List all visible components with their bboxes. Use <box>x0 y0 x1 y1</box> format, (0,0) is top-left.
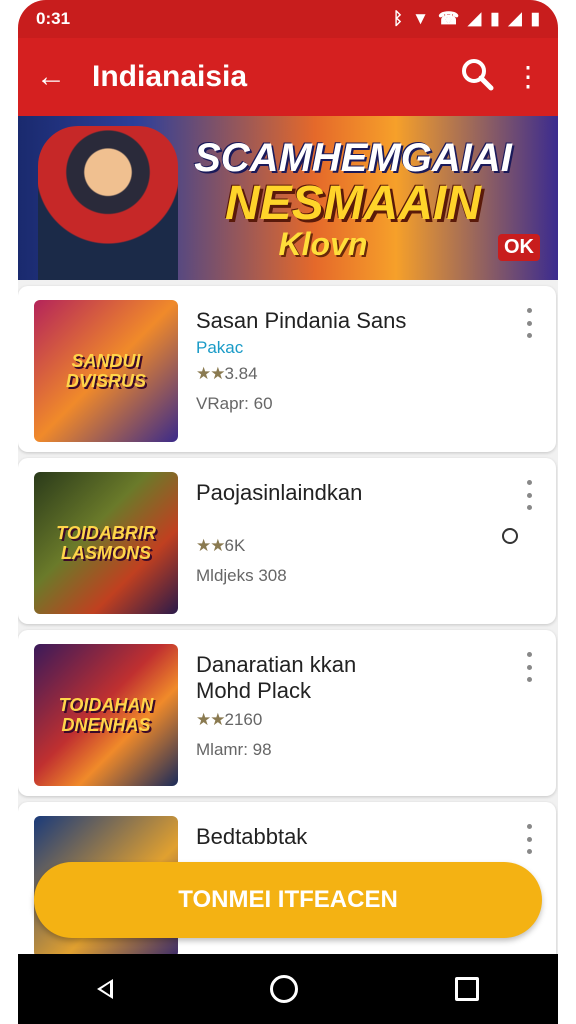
thumbnail-title: SANDUI DVISRUS <box>65 351 146 391</box>
primary-action-button[interactable]: TONMEI ITFEACEN <box>34 862 542 938</box>
game-thumbnail: TOIDABRIR LASMONS <box>34 472 178 614</box>
game-name: Bedtabbtak <box>196 824 308 849</box>
nav-back-icon[interactable] <box>96 979 113 999</box>
star-icons: ★★ <box>196 536 226 555</box>
rating-value: 6K <box>224 536 246 555</box>
more-vert-icon[interactable]: ⋮ <box>514 63 542 91</box>
game-rating: ★★6K <box>196 536 496 556</box>
battery-icon: ▮ <box>490 9 500 28</box>
game-meta: Mldjeks 308 <box>196 566 287 585</box>
game-info: Sasan Pindania Sans Pakac ★★3.84 VRapr: … <box>196 308 496 414</box>
star-icons: ★★ <box>196 364 226 383</box>
banner-tagline: Klovn <box>278 226 368 262</box>
more-options-icon[interactable] <box>524 652 534 682</box>
game-meta: Mlamr: 98 <box>196 740 272 759</box>
more-options-icon[interactable] <box>524 824 534 854</box>
banner-subtitle: NESMAAIN <box>224 177 481 230</box>
app-title: Indianaisia <box>92 60 248 93</box>
back-arrow-icon[interactable]: ← <box>36 60 92 94</box>
app-bar: ← Indianaisia ⋮ <box>18 38 558 116</box>
status-bar: 0:31 ᛒ ▼ ☎ ◢ ▮ ◢ ▮ <box>18 0 558 38</box>
star-icons: ★★ <box>196 710 226 729</box>
game-info: Danaratian kkan Mohd Plack ★★2160 Mlamr:… <box>196 652 496 760</box>
game-name: Sasan Pindania Sans <box>196 308 407 333</box>
battery-level-icon: ▮ <box>530 9 540 28</box>
search-icon[interactable] <box>460 57 514 97</box>
game-publisher: Pakac <box>196 338 244 357</box>
thumbnail-title: TOIDABRIR LASMONS <box>56 523 156 563</box>
game-card[interactable]: TOIDAHAN DNENHAS Danaratian kkan Mohd Pl… <box>18 630 556 796</box>
phone-screen: 0:31 ᛒ ▼ ☎ ◢ ▮ ◢ ▮ ← Indianaisia ⋮ SCAMH… <box>18 0 558 1024</box>
game-rating: ★★3.84 <box>196 364 496 384</box>
nav-home-icon[interactable] <box>269 975 298 1003</box>
game-info: Paojasinlaindkan ★★6K Mldjeks 308 <box>196 480 518 586</box>
more-options-icon[interactable] <box>524 308 534 338</box>
banner-title: SCAMHEMGAIAI <box>194 136 512 180</box>
alarm-icon: ☎ <box>437 9 460 28</box>
game-thumbnail: TOIDAHAN DNENHAS <box>34 644 178 786</box>
status-time: 0:31 <box>36 9 71 28</box>
system-nav-bar <box>18 954 558 1024</box>
promo-banner[interactable]: SCAMHEMGAIAI NESMAAIN Klovn OK <box>18 116 558 280</box>
rating-value: 3.84 <box>224 364 258 383</box>
banner-hero-image <box>38 126 178 280</box>
bluetooth-icon: ᛒ <box>392 9 404 28</box>
game-rating: ★★2160 <box>196 710 496 730</box>
game-thumbnail: SANDUI DVISRUS <box>34 300 178 442</box>
game-publisher: Mohd Plack <box>196 678 311 703</box>
game-info: Bedtabbtak <box>196 824 496 850</box>
wifi-icon: ▼ <box>412 9 429 28</box>
game-name: Danaratian kkan <box>196 652 357 677</box>
more-options-icon[interactable] <box>524 480 534 510</box>
banner-logo: OK <box>498 234 540 261</box>
status-icons: ᛒ ▼ ☎ ◢ ▮ ◢ ▮ <box>393 9 540 29</box>
game-card[interactable]: SANDUI DVISRUS Sasan Pindania Sans Pakac… <box>18 286 556 452</box>
rating-value: 2160 <box>224 710 263 729</box>
info-icon <box>502 528 518 544</box>
game-name: Paojasinlaindkan <box>196 480 363 505</box>
signal-icon: ◢ <box>468 9 482 28</box>
nav-recents-icon[interactable] <box>455 977 480 1001</box>
game-card[interactable]: TOIDABRIR LASMONS Paojasinlaindkan ★★6K … <box>18 458 556 624</box>
signal-icon-2: ◢ <box>508 9 522 28</box>
thumbnail-title: TOIDAHAN DNENHAS <box>58 695 154 735</box>
game-meta: VRapr: 60 <box>196 394 273 413</box>
